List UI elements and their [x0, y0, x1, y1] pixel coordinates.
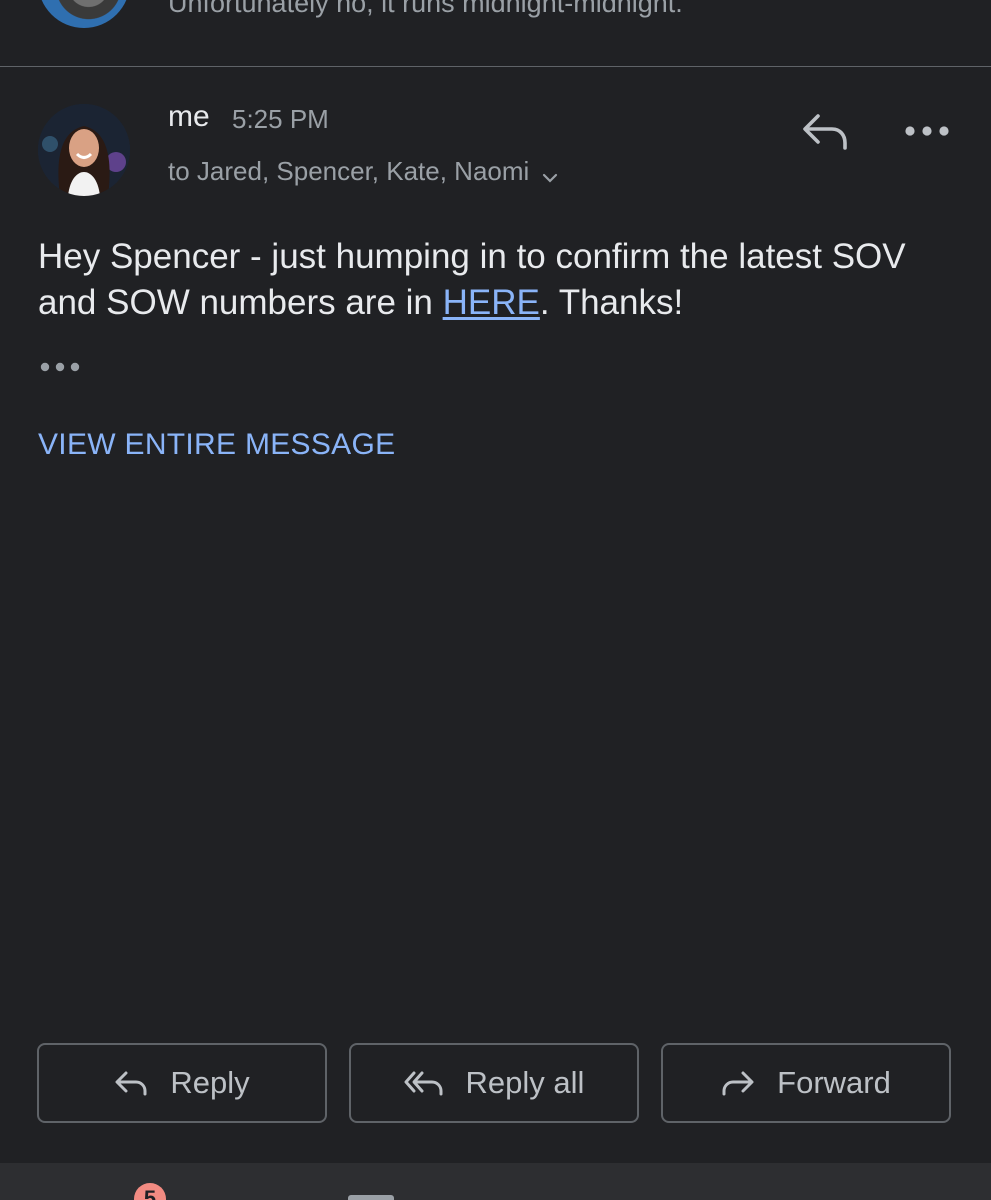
reply-all-icon [404, 1069, 444, 1097]
more-vert-icon[interactable] [900, 116, 954, 146]
reply-all-button-label: Reply all [465, 1065, 585, 1100]
reply-button-label: Reply [170, 1065, 250, 1100]
forward-button[interactable]: Forward [661, 1043, 951, 1123]
view-entire-message-link[interactable]: VIEW ENTIRE MESSAGE [38, 428, 395, 462]
reply-button[interactable]: Reply [37, 1043, 327, 1123]
forward-icon [721, 1069, 755, 1097]
previous-message-snippet: Unfortunately no, it runs midnight-midni… [168, 0, 683, 18]
body-text-end: . Thanks! [539, 283, 684, 322]
reply-all-button[interactable]: Reply all [349, 1043, 639, 1123]
email-thread-view: Unfortunately no, it runs midnight-midni… [0, 0, 991, 1200]
forward-button-label: Forward [777, 1065, 891, 1100]
message-actions: Reply Reply all Forward [37, 1043, 954, 1127]
chevron-down-icon [541, 163, 559, 183]
reply-icon[interactable] [800, 110, 852, 154]
recipients-label: to Jared, Spencer, Kate, Naomi [168, 156, 530, 186]
mail-unread-badge[interactable]: 5 [134, 1183, 166, 1200]
message-time: 5:25 PM [232, 104, 329, 134]
show-trimmed-content-button[interactable] [38, 356, 82, 378]
here-link[interactable]: HERE [443, 283, 540, 322]
previous-sender-avatar [38, 0, 130, 28]
recipients-details-toggle[interactable]: to Jared, Spencer, Kate, Naomi [168, 156, 559, 187]
meet-icon[interactable] [348, 1195, 394, 1200]
message-body: Hey Spencer - just humping in to confirm… [38, 234, 948, 326]
bottom-navigation-bar: 5 [0, 1163, 991, 1200]
previous-message-collapsed[interactable]: Unfortunately no, it runs midnight-midni… [0, 0, 991, 67]
sender-avatar[interactable] [38, 104, 130, 196]
sender-name: me [168, 100, 210, 133]
reply-icon [114, 1069, 148, 1097]
